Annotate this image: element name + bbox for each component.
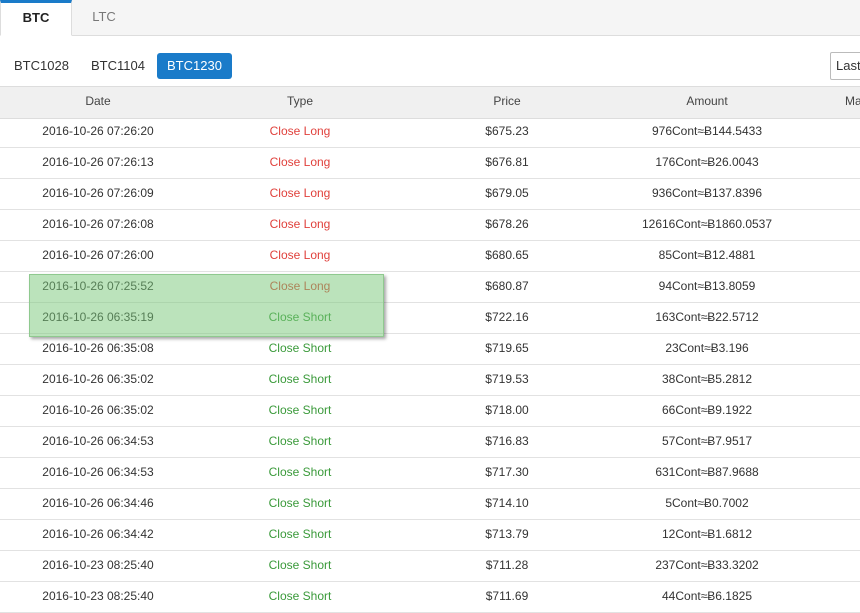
table-row[interactable]: 2016-10-26 07:25:52 Close Long $680.87 94Co… — [0, 272, 860, 303]
date-cell: 2016-10-26 07:25:52 — [42, 279, 154, 293]
type-cell: Close Long — [269, 155, 331, 169]
type-cell: Close Short — [268, 465, 332, 479]
tab-btc[interactable]: BTC — [0, 0, 72, 36]
price-cell: $680.87 — [485, 279, 529, 293]
table-row[interactable]: 2016-10-26 07:26:00 Close Long $680.65 85Co… — [0, 241, 860, 272]
amount-cell: 12Cont≈Ƀ1.6812 — [662, 527, 752, 541]
price-cell: $711.69 — [485, 589, 529, 603]
type-cell: Close Long — [269, 217, 331, 231]
amount-cell: 23Cont≈Ƀ3.196 — [665, 341, 749, 355]
table-row[interactable]: 2016-10-26 06:34:53 Close Short $717.30 631… — [0, 458, 860, 489]
price-cell: $722.16 — [485, 310, 529, 324]
contract-btc1230-button[interactable]: BTC1230 — [157, 53, 232, 79]
amount-cell: 163Cont≈Ƀ22.5712 — [655, 310, 759, 324]
type-cell: Close Long — [269, 279, 331, 293]
type-cell: Close Long — [269, 124, 331, 138]
amount-cell: 237Cont≈Ƀ33.3202 — [655, 558, 759, 572]
table-row[interactable]: 2016-10-26 07:26:13 Close Long $676.81 176C… — [0, 148, 860, 179]
table-row[interactable]: 2016-10-26 06:35:02 Close Short $719.53 38C… — [0, 365, 860, 396]
amount-cell: 631Cont≈Ƀ87.9688 — [655, 465, 759, 479]
date-cell: 2016-10-26 06:34:53 — [42, 465, 154, 479]
amount-cell: 44Cont≈Ƀ6.1825 — [662, 589, 752, 603]
table-row[interactable]: 2016-10-26 06:34:53 Close Short $716.83 57C… — [0, 427, 860, 458]
filter-select[interactable]: Last — [830, 52, 860, 80]
date-cell: 2016-10-26 06:34:42 — [42, 527, 154, 541]
date-cell: 2016-10-26 06:34:46 — [42, 496, 154, 510]
type-cell: Close Long — [269, 248, 331, 262]
tab-ltc[interactable]: LTC — [72, 0, 136, 35]
amount-cell: 936Cont≈Ƀ137.8396 — [651, 186, 762, 200]
price-cell: $678.26 — [485, 217, 529, 231]
amount-cell: 94Cont≈Ƀ13.8059 — [658, 279, 756, 293]
price-cell: $679.05 — [485, 186, 529, 200]
type-cell: Close Short — [268, 589, 332, 603]
price-cell: $680.65 — [485, 248, 529, 262]
type-cell: Close Short — [268, 496, 332, 510]
date-cell: 2016-10-26 06:35:19 — [42, 310, 154, 324]
price-cell: $716.83 — [485, 434, 529, 448]
contract-btc1104-button[interactable]: BTC1104 — [81, 53, 155, 79]
price-cell: $717.30 — [485, 465, 529, 479]
price-cell: $719.65 — [485, 341, 529, 355]
amount-cell: 12616Cont≈Ƀ1860.0537 — [641, 217, 773, 231]
type-cell: Close Long — [269, 186, 331, 200]
column-header-type: Type — [286, 94, 313, 108]
price-cell: $675.23 — [485, 124, 529, 138]
amount-cell: 976Cont≈Ƀ144.5433 — [651, 124, 762, 138]
table-row[interactable]: 2016-10-26 06:35:08 Close Short $719.65 23C… — [0, 334, 860, 365]
table-header: Date Type Price Amount Ma — [0, 86, 860, 119]
amount-cell: 85Cont≈Ƀ12.4881 — [658, 248, 756, 262]
price-cell: $711.28 — [485, 558, 529, 572]
type-cell: Close Short — [268, 372, 332, 386]
type-cell: Close Short — [268, 527, 332, 541]
date-cell: 2016-10-23 08:25:40 — [42, 558, 154, 572]
column-header-price: Price — [493, 94, 521, 108]
amount-cell: 57Cont≈Ƀ7.9517 — [662, 434, 752, 448]
table-row[interactable]: 2016-10-26 06:34:42 Close Short $713.79 12C… — [0, 520, 860, 551]
price-cell: $676.81 — [485, 155, 529, 169]
type-cell: Close Short — [268, 434, 332, 448]
date-cell: 2016-10-26 07:26:20 — [42, 124, 154, 138]
price-cell: $714.10 — [485, 496, 529, 510]
price-cell: $719.53 — [485, 372, 529, 386]
date-cell: 2016-10-26 06:35:02 — [42, 403, 154, 417]
date-cell: 2016-10-26 07:26:08 — [42, 217, 154, 231]
table-row[interactable]: 2016-10-23 08:25:40 Close Short $711.28 237… — [0, 551, 860, 582]
column-header-extra: Ma — [845, 94, 860, 108]
date-cell: 2016-10-26 06:35:08 — [42, 341, 154, 355]
table-row[interactable]: 2016-10-26 07:26:08 Close Long $678.26 1261… — [0, 210, 860, 241]
price-cell: $713.79 — [485, 527, 529, 541]
type-cell: Close Short — [268, 558, 332, 572]
contract-btc1028-button[interactable]: BTC1028 — [4, 53, 79, 79]
date-cell: 2016-10-26 07:26:09 — [42, 186, 154, 200]
column-header-amount: Amount — [686, 94, 728, 108]
date-cell: 2016-10-26 06:34:53 — [42, 434, 154, 448]
type-cell: Close Short — [268, 310, 332, 324]
date-cell: 2016-10-23 08:25:40 — [42, 589, 154, 603]
type-cell: Close Short — [268, 341, 332, 355]
table-row[interactable]: 2016-10-26 06:35:02 Close Short $718.00 66C… — [0, 396, 860, 427]
date-cell: 2016-10-26 07:26:13 — [42, 155, 154, 169]
date-cell: 2016-10-26 07:26:00 — [42, 248, 154, 262]
column-header-date: Date — [85, 94, 111, 108]
date-cell: 2016-10-26 06:35:02 — [42, 372, 154, 386]
amount-cell: 176Cont≈Ƀ26.0043 — [655, 155, 759, 169]
table-row[interactable]: 2016-10-26 06:35:19 Close Short $722.16 163… — [0, 303, 860, 334]
currency-tab-bar: BTC LTC — [0, 0, 860, 36]
table-row[interactable]: 2016-10-26 07:26:09 Close Long $679.05 936C… — [0, 179, 860, 210]
table-row[interactable]: 2016-10-23 08:25:40 Close Short $711.69 44C… — [0, 582, 860, 613]
amount-cell: 66Cont≈Ƀ9.1922 — [662, 403, 752, 417]
table-row[interactable]: 2016-10-26 07:26:20 Close Long $675.23 976C… — [0, 117, 860, 148]
table-row[interactable]: 2016-10-26 06:34:46 Close Short $714.10 5Co… — [0, 489, 860, 520]
type-cell: Close Short — [268, 403, 332, 417]
amount-cell: 38Cont≈Ƀ5.2812 — [662, 372, 752, 386]
price-cell: $718.00 — [485, 403, 529, 417]
amount-cell: 5Cont≈Ƀ0.7002 — [665, 496, 749, 510]
